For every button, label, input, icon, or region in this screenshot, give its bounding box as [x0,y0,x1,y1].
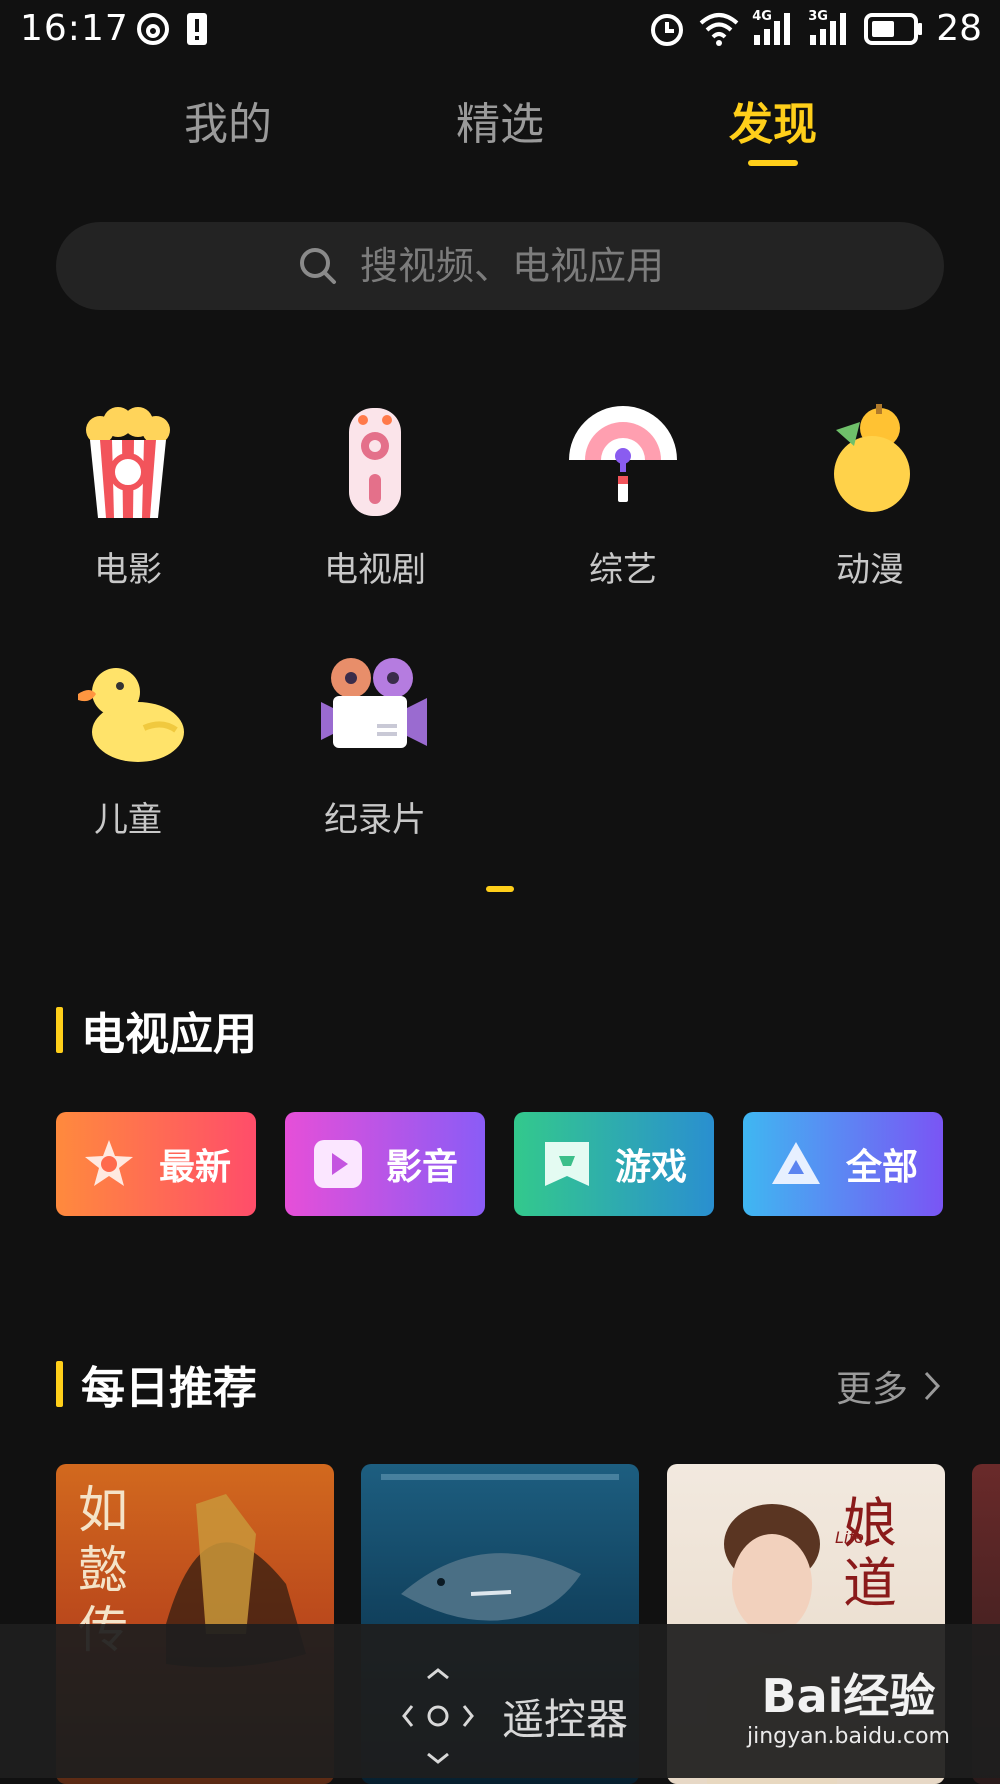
poster-subtitle: Life [835,1528,864,1547]
chevron-right-icon [924,1371,941,1401]
top-tabs: 我的 精选 发现 [0,88,1000,168]
remote-bar[interactable]: 遥控器 Bai经验 jingyan.baidu.com [0,1624,1000,1778]
app-games-button[interactable]: 游戏 [514,1112,714,1216]
tab-featured[interactable]: 精选 [456,88,544,152]
category-documentary[interactable]: 纪录片 [295,650,455,860]
status-time: 16:17 [20,8,129,49]
category-label: 电影 [94,550,162,590]
poster-title: 娘道 [843,1492,897,1615]
section-accent-bar [56,1361,63,1407]
category-tv-series[interactable]: 电视剧 [295,400,455,610]
category-label: 纪录片 [324,800,426,840]
search-icon [300,248,336,284]
search-input[interactable] [358,243,702,289]
active-tab-indicator [748,160,798,166]
alert-icon [187,13,207,45]
app-button-label: 游戏 [614,1147,687,1188]
app-media-button[interactable]: 影音 [285,1112,485,1216]
battery-level: 28 [936,8,982,49]
app-button-label: 影音 [385,1147,458,1188]
triangle-icon [771,1142,820,1184]
alarm-icon [651,13,684,46]
duck-icon [78,668,184,762]
star-icon [84,1140,133,1186]
app-all-button[interactable]: 全部 [743,1112,943,1216]
category-label: 电视剧 [324,550,426,590]
baidu-jingyan-watermark: Bai经验 jingyan.baidu.com [747,1660,950,1749]
page-indicator [486,886,514,892]
film-camera-icon [321,658,427,748]
signal-4g-icon: 4G [752,9,796,47]
remote-icon [349,408,401,516]
popcorn-icon [86,407,170,518]
section-daily-header: 每日推荐 [56,1352,257,1416]
wifi-icon [699,12,739,46]
category-anime[interactable]: 动漫 [790,400,950,610]
play-icon [313,1140,362,1188]
tab-discover[interactable]: 发现 [729,88,817,152]
category-label: 儿童 [94,800,162,840]
app-latest-button[interactable]: 最新 [56,1112,256,1216]
search-bar[interactable] [56,222,944,310]
category-kids[interactable]: 儿童 [48,650,208,860]
app-button-label: 全部 [845,1147,918,1188]
fan-icon [569,406,677,502]
more-link[interactable]: 更多 [836,1360,942,1412]
battery-icon [864,12,923,45]
section-title: 每日推荐 [81,1363,257,1414]
signal-3g-icon: 3G [808,9,852,47]
netease-music-icon [137,13,169,45]
watermark-logo: Bai经验 [761,1669,936,1723]
gourd-icon [834,404,910,512]
app-button-label: 最新 [158,1147,231,1188]
section-tv-apps-header: 电视应用 [56,998,257,1062]
remote-dpad-icon [402,1668,474,1764]
game-icon [544,1142,589,1186]
tab-mine[interactable]: 我的 [184,88,272,152]
watermark-url: jingyan.baidu.com [746,1724,950,1749]
category-movie[interactable]: 电影 [48,400,208,610]
section-accent-bar [56,1007,63,1053]
category-label: 动漫 [836,550,904,590]
section-title: 电视应用 [81,1009,257,1060]
more-label: 更多 [835,1369,908,1410]
category-label: 综艺 [589,550,657,590]
remote-label: 遥控器 [502,1694,629,1744]
category-variety[interactable]: 综艺 [543,400,703,610]
status-bar: 16:17 4G 3G 28 [0,0,1000,62]
